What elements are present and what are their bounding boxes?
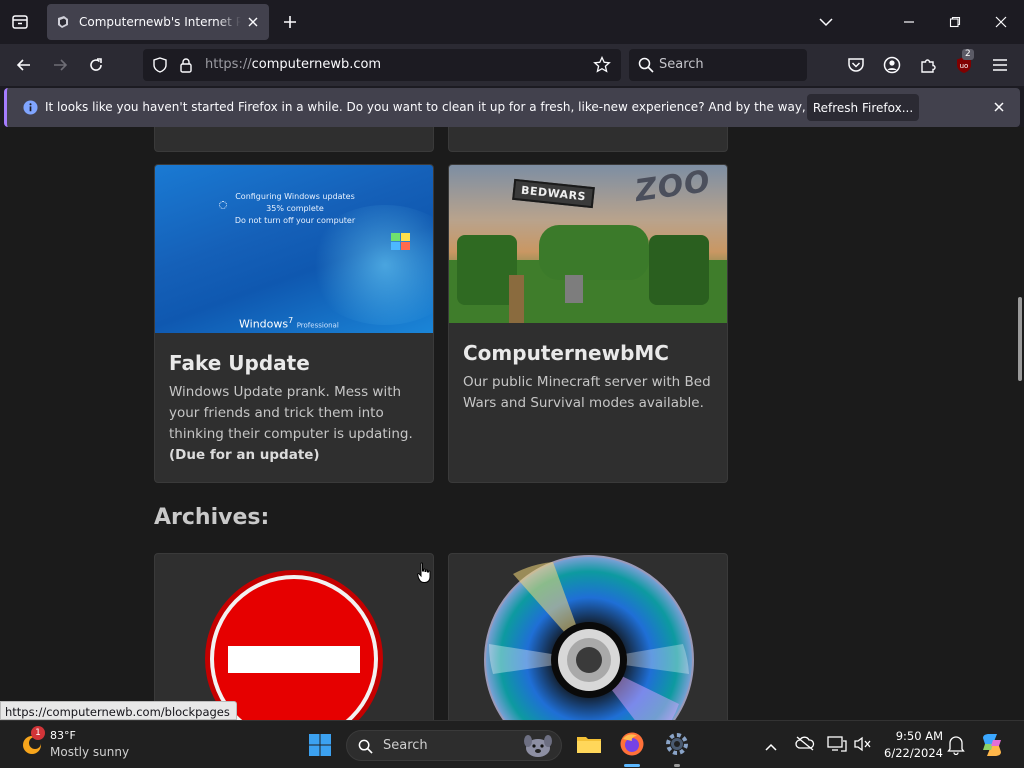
tracking-shield-icon[interactable] xyxy=(152,57,168,77)
brand-edition: Professional xyxy=(296,321,339,330)
archive-card-blockpages[interactable] xyxy=(154,553,434,720)
back-arrow-icon[interactable] xyxy=(12,53,36,77)
firefox-view-icon[interactable] xyxy=(8,10,32,34)
bedwars-sign: BEDWARS xyxy=(512,178,595,209)
refresh-firefox-notification: It looks like you haven't started Firefo… xyxy=(4,88,1020,127)
settings-gear-icon[interactable] xyxy=(664,731,690,761)
close-window-icon[interactable] xyxy=(989,10,1013,34)
card-note: (Due for an update) xyxy=(169,447,320,463)
update-line2: 35% complete xyxy=(266,204,324,213)
taskbar-search-placeholder: Search xyxy=(383,738,428,753)
weather-temperature[interactable]: 83°F xyxy=(50,729,76,742)
tab-close-icon[interactable] xyxy=(245,14,261,30)
account-icon[interactable] xyxy=(880,53,904,77)
reload-icon[interactable] xyxy=(84,53,108,77)
status-link-preview: https://computernewb.com/blockpages xyxy=(0,701,237,720)
restore-icon[interactable] xyxy=(943,10,967,34)
url-host: computernewb.com xyxy=(251,57,382,72)
spinner-icon xyxy=(219,201,227,209)
card-title[interactable]: ComputernewbMC xyxy=(463,341,669,365)
card-title[interactable]: Fake Update xyxy=(169,351,310,375)
windows-taskbar: 1 83°F Mostly sunny Search 9:50 AM 6/22/… xyxy=(0,720,1024,768)
url-text[interactable]: https://computernewb.com xyxy=(205,57,381,72)
settings-running-indicator xyxy=(674,764,680,767)
brand-name: Windows xyxy=(239,317,289,331)
minimize-icon[interactable] xyxy=(897,10,921,34)
info-icon xyxy=(23,100,38,119)
hamburger-menu-icon[interactable] xyxy=(988,53,1012,77)
update-line3: Do not turn off your computer xyxy=(234,216,356,225)
previous-card-left[interactable] xyxy=(154,127,434,152)
clock-date[interactable]: 6/22/2024 xyxy=(880,746,943,760)
taskbar-search-icon xyxy=(358,739,373,758)
windows-update-thumbnail: Configuring Windows updates 35% complete… xyxy=(155,165,433,333)
show-hidden-icons-chevron-up-icon[interactable] xyxy=(764,737,778,756)
card-description: Our public Minecraft server with Bed War… xyxy=(463,374,711,411)
notification-bell-icon[interactable] xyxy=(947,735,965,759)
bookmark-star-icon[interactable] xyxy=(593,55,611,78)
brand-version: 7 xyxy=(288,316,294,325)
display-network-icon[interactable] xyxy=(827,735,847,757)
new-tab-button[interactable] xyxy=(278,10,302,34)
site-favicon-icon xyxy=(55,14,71,30)
weather-description[interactable]: Mostly sunny xyxy=(50,745,129,759)
ublock-extension-icon[interactable]: uo 2 xyxy=(952,49,976,77)
taskbar-search-box[interactable]: Search xyxy=(346,730,562,761)
hand-cursor-icon xyxy=(417,562,431,588)
firefox-active-indicator xyxy=(624,764,640,767)
windows7-brand: Windows7 Professional xyxy=(239,316,339,331)
page-content: Configuring Windows updates 35% complete… xyxy=(0,127,1024,720)
padlock-icon[interactable] xyxy=(179,57,193,77)
active-tab[interactable]: Computernewb's Internet Pub xyxy=(47,4,269,40)
clock-time[interactable]: 9:50 AM xyxy=(893,729,943,743)
cd-disc-icon xyxy=(484,555,694,720)
svg-text:uo: uo xyxy=(960,62,969,70)
fake-update-card[interactable]: Configuring Windows updates 35% complete… xyxy=(154,164,434,483)
list-all-tabs-chevron-down-icon[interactable] xyxy=(814,10,838,34)
onedrive-offline-icon[interactable] xyxy=(795,735,815,755)
tab-title: Computernewb's Internet Pub xyxy=(79,15,241,29)
url-protocol: https:// xyxy=(205,57,252,72)
zoo-sign: ZOO xyxy=(632,165,713,210)
windows-start-icon[interactable] xyxy=(308,733,332,761)
computernewbmc-card[interactable]: BEDWARS ZOO ComputernewbMC Our public Mi… xyxy=(448,164,728,483)
windows-flag-logo-icon xyxy=(391,233,411,255)
weather-alert-badge: 1 xyxy=(31,726,45,740)
page-scrollbar-thumb[interactable] xyxy=(1018,297,1022,381)
notification-close-icon[interactable] xyxy=(992,100,1006,114)
url-bar[interactable]: https://computernewb.com xyxy=(143,49,621,81)
minecraft-thumbnail: BEDWARS ZOO xyxy=(449,165,727,323)
extensions-puzzle-icon[interactable] xyxy=(916,53,940,77)
search-placeholder: Search xyxy=(659,57,704,72)
update-line1: Configuring Windows updates xyxy=(235,192,355,201)
file-explorer-icon[interactable] xyxy=(576,732,602,760)
archive-card-disc[interactable] xyxy=(448,553,728,720)
refresh-firefox-button[interactable]: Refresh Firefox... xyxy=(807,94,919,121)
card-description: Windows Update prank. Mess with your fri… xyxy=(169,384,413,442)
search-bar[interactable]: Search xyxy=(629,49,807,81)
search-highlight-dog-icon xyxy=(521,733,555,763)
search-icon xyxy=(638,57,654,77)
copilot-icon[interactable] xyxy=(979,732,1005,762)
tab-bar: Computernewb's Internet Pub xyxy=(0,0,1024,44)
archives-heading: Archives: xyxy=(154,505,270,530)
volume-status-icon[interactable] xyxy=(853,735,873,757)
extension-badge: 2 xyxy=(962,49,974,60)
firefox-taskbar-icon[interactable] xyxy=(619,731,645,761)
previous-card-right[interactable] xyxy=(448,127,728,152)
navigation-toolbar: https://computernewb.com Search uo 2 xyxy=(0,44,1024,86)
no-entry-sign-icon xyxy=(205,570,383,720)
pocket-icon[interactable] xyxy=(844,53,868,77)
forward-arrow-icon[interactable] xyxy=(48,53,72,77)
notification-message: It looks like you haven't started Firefo… xyxy=(45,100,901,114)
